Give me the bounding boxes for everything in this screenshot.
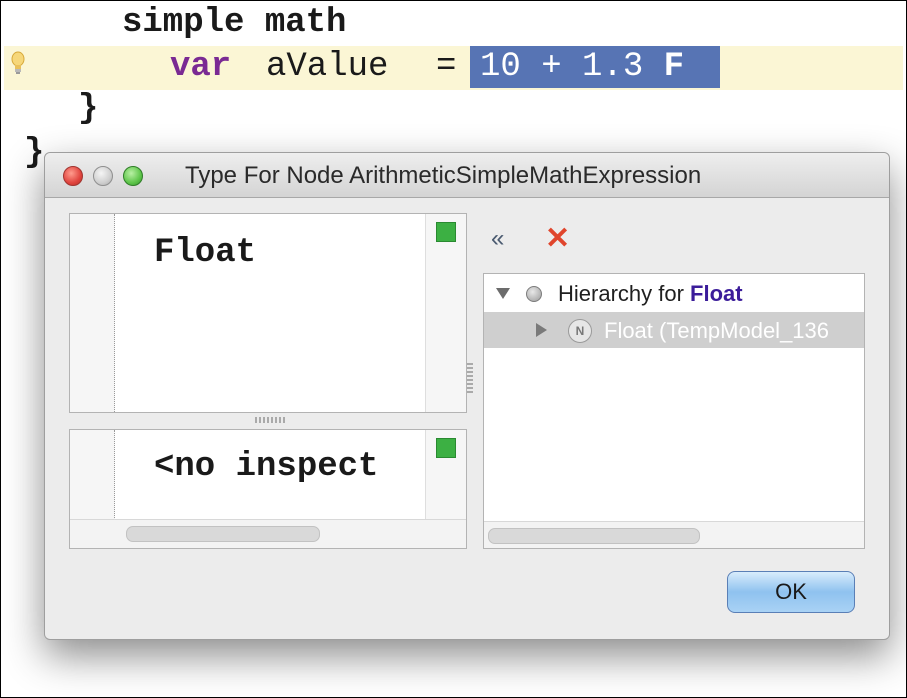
dialog-titlebar[interactable]: Type For Node ArithmeticSimpleMathExpres…: [45, 153, 889, 198]
inspector-text: <no inspect: [154, 448, 379, 486]
window-close-button[interactable]: [63, 166, 83, 186]
tree-root-prefix: Hierarchy for: [558, 281, 691, 306]
hierarchy-node-icon: [526, 286, 542, 302]
intention-bulb-icon[interactable]: [10, 50, 26, 76]
tree-root-row[interactable]: Hierarchy for Float: [484, 274, 864, 312]
expand-right-icon[interactable]: [536, 323, 547, 337]
expand-down-icon[interactable]: [496, 288, 510, 299]
dialog-title: Type For Node ArithmeticSimpleMathExpres…: [185, 162, 702, 189]
keyword-var: var: [170, 48, 232, 86]
ok-button[interactable]: OK: [727, 571, 855, 613]
collapse-all-icon[interactable]: «: [491, 225, 504, 253]
status-ok-icon: [436, 438, 456, 458]
scrollbar-thumb[interactable]: [488, 528, 700, 544]
tree-root-type: Float: [690, 281, 743, 306]
right-gutter: [425, 214, 466, 412]
status-ok-icon: [436, 222, 456, 242]
type-for-node-dialog: Type For Node ArithmeticSimpleMathExpres…: [44, 152, 890, 640]
tree-root-label: Hierarchy for Float: [558, 281, 743, 307]
float-suffix: F: [663, 48, 685, 86]
horizontal-scrollbar[interactable]: [70, 519, 466, 548]
tree-child-row[interactable]: N Float (TempModel_136: [484, 312, 864, 348]
assignment-operator: =: [436, 48, 457, 86]
horizontal-splitter-handle[interactable]: [467, 363, 473, 393]
horizontal-scrollbar[interactable]: [484, 521, 864, 548]
node-badge-icon: N: [568, 319, 592, 343]
identifier-avalue[interactable]: aValue: [266, 48, 388, 86]
scrollbar-thumb[interactable]: [126, 526, 320, 542]
type-value[interactable]: Float: [154, 234, 256, 272]
type-panel[interactable]: Float: [69, 213, 467, 413]
window-zoom-button[interactable]: [123, 166, 143, 186]
close-hierarchy-icon[interactable]: ✕: [545, 221, 570, 256]
window-minimize-button[interactable]: [93, 166, 113, 186]
selected-expression-text: 10 + 1.3 F: [480, 48, 684, 86]
left-gutter: [70, 214, 115, 412]
code-line-simple-math: simple math: [122, 4, 347, 42]
close-brace-outer: }: [24, 134, 45, 172]
inspector-panel[interactable]: <no inspect: [69, 429, 467, 549]
hierarchy-tree[interactable]: Hierarchy for Float N Float (TempModel_1…: [483, 273, 865, 549]
vertical-splitter-handle[interactable]: [255, 417, 285, 423]
selected-expression-prefix: 10 + 1.3: [480, 48, 664, 86]
close-brace-inner: }: [78, 90, 99, 128]
tree-child-label: Float (TempModel_136: [604, 318, 830, 343]
